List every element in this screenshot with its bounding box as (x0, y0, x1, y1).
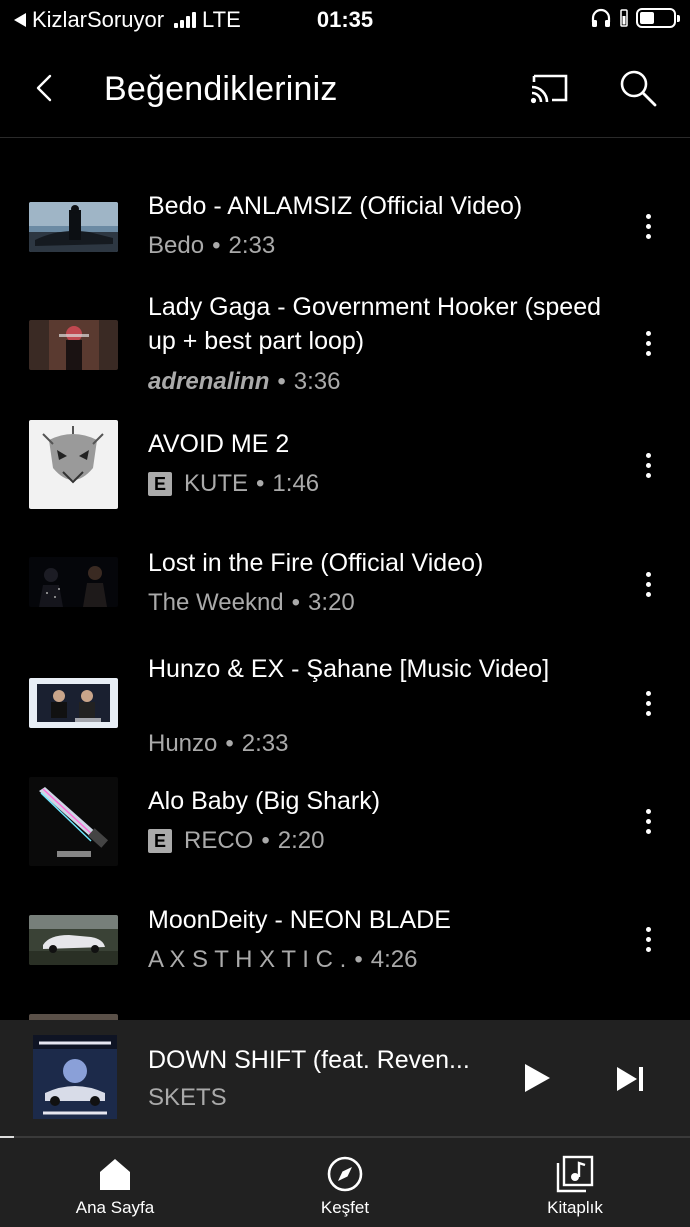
mini-player[interactable]: DOWN SHIFT (feat. Reven... SKETS (0, 1020, 690, 1136)
song-duration: 2:33 (228, 232, 276, 259)
song-duration: 4:26 (370, 946, 418, 973)
nav-library[interactable]: Kitaplık (460, 1138, 690, 1227)
cast-button[interactable] (528, 70, 572, 106)
song-title: Alo Baby (Big Shark) (148, 787, 381, 815)
song-duration: 2:33 (241, 730, 289, 757)
now-playing-title: DOWN SHIFT (feat. Reven... (148, 1046, 470, 1074)
home-icon (100, 1159, 130, 1190)
more-vert-icon (645, 213, 651, 219)
song-duration: 2:20 (277, 827, 325, 854)
page-title: Beğendikleriniz (104, 70, 338, 108)
song-row[interactable]: MoonDeity - NEON BLADE A X S T H X T I C… (0, 895, 690, 1015)
meta-separator: • (256, 470, 265, 497)
song-title: AVOID ME 2 (148, 430, 290, 458)
bottom-navigation: Ana Sayfa Keşfet Kitaplık (0, 1138, 690, 1227)
nav-explore[interactable]: Keşfet (230, 1138, 460, 1227)
song-artist: The Weeknd (148, 589, 284, 616)
more-options-button[interactable] (636, 919, 660, 959)
song-thumbnail (29, 557, 118, 607)
song-duration: 3:36 (293, 368, 341, 395)
compass-icon (327, 1156, 363, 1192)
song-artist: A X S T H X T I C . (148, 946, 347, 973)
next-track-button[interactable] (614, 1064, 648, 1094)
status-time: 01:35 (316, 7, 374, 32)
library-icon (556, 1155, 594, 1193)
more-options-button[interactable] (636, 445, 660, 485)
song-title: Lost in the Fire (Official Video) (148, 549, 484, 577)
more-vert-icon (645, 330, 651, 336)
more-options-button[interactable] (636, 801, 660, 841)
song-artist: KUTE (184, 470, 249, 497)
song-row[interactable]: Hunzo & EX - Şahane [Music Video] Hunzo … (0, 645, 690, 775)
more-vert-icon (645, 690, 651, 696)
song-thumbnail (29, 678, 118, 728)
nav-library-label: Kitaplık (547, 1198, 603, 1217)
now-playing-thumbnail (33, 1035, 117, 1119)
song-duration: 3:20 (308, 589, 355, 616)
song-meta: Hunzo • 2:33 (148, 730, 289, 758)
song-thumbnail (29, 420, 118, 509)
more-vert-icon (645, 926, 651, 932)
now-playing-artist: SKETS (148, 1084, 227, 1111)
song-artist: Bedo (148, 232, 205, 259)
nav-explore-label: Keşfet (320, 1198, 370, 1217)
song-meta: adrenalinn • 3:36 (148, 368, 340, 396)
meta-separator: • (354, 946, 363, 973)
meta-separator: • (212, 232, 221, 259)
skip-next-icon (617, 1067, 643, 1091)
song-title: MoonDeity - NEON BLADE (148, 906, 451, 934)
song-row[interactable]: Lady Gaga - Government Hooker (speed up … (0, 285, 690, 405)
song-thumbnail (29, 777, 118, 866)
more-options-button[interactable] (636, 683, 660, 723)
more-vert-icon (645, 571, 651, 577)
more-vert-icon (645, 452, 651, 458)
back-button[interactable] (26, 70, 62, 106)
top-app-bar: Beğendikleriniz (0, 40, 690, 138)
song-title: Bedo - ANLAMSIZ (Official Video) (148, 192, 523, 220)
song-meta: Bedo • 2:33 (148, 232, 275, 260)
cast-icon (530, 74, 568, 104)
nav-home-label: Ana Sayfa (75, 1198, 155, 1217)
liked-songs-list[interactable]: Bedo - ANLAMSIZ (Official Video) Bedo • … (0, 140, 690, 1020)
song-row[interactable]: Alo Baby (Big Shark) E RECO • 2:20 (0, 775, 690, 895)
more-options-button[interactable] (636, 564, 660, 604)
search-button[interactable] (618, 68, 658, 108)
song-row[interactable]: Bedo - ANLAMSIZ (Official Video) Bedo • … (0, 170, 690, 285)
nav-home[interactable]: Ana Sayfa (0, 1138, 230, 1227)
song-artist: Hunzo (148, 730, 218, 757)
song-artist: RECO (184, 827, 254, 854)
search-icon (620, 70, 657, 107)
headphones-icon (591, 8, 611, 27)
more-vert-icon (645, 808, 651, 814)
battery-icon (636, 8, 680, 28)
meta-separator: • (277, 368, 286, 395)
song-artist: adrenalinn (148, 368, 270, 395)
song-title: Lady Gaga - Government Hooker (speed up … (148, 293, 602, 355)
meta-separator: • (291, 589, 301, 616)
song-row[interactable]: Lost in the Fire (Official Video) The We… (0, 525, 690, 645)
chevron-left-icon (36, 74, 52, 102)
explicit-badge: E (148, 829, 172, 853)
song-duration: 1:46 (272, 470, 320, 497)
song-row[interactable]: AVOID ME 2 E KUTE • 1:46 (0, 405, 690, 525)
play-button[interactable] (522, 1062, 552, 1094)
song-meta: E KUTE • 1:46 (148, 470, 319, 498)
play-icon (525, 1064, 550, 1092)
status-bar: KizlarSoruyor LTE 01:35 (0, 0, 690, 40)
battery-charging-icon (620, 9, 628, 27)
more-options-button[interactable] (636, 323, 660, 363)
more-options-button[interactable] (636, 206, 660, 246)
meta-separator: • (261, 827, 270, 854)
meta-separator: • (225, 730, 234, 757)
song-meta: The Weeknd • 3:20 (148, 589, 355, 617)
explicit-badge: E (148, 472, 172, 496)
song-meta: E RECO • 2:20 (148, 827, 324, 855)
song-meta: A X S T H X T I C . • 4:26 (148, 946, 417, 974)
song-thumbnail (29, 202, 118, 252)
song-thumbnail (29, 320, 118, 370)
song-thumbnail (29, 915, 118, 965)
status-right (590, 8, 680, 28)
song-title: Hunzo & EX - Şahane [Music Video] (148, 655, 550, 683)
